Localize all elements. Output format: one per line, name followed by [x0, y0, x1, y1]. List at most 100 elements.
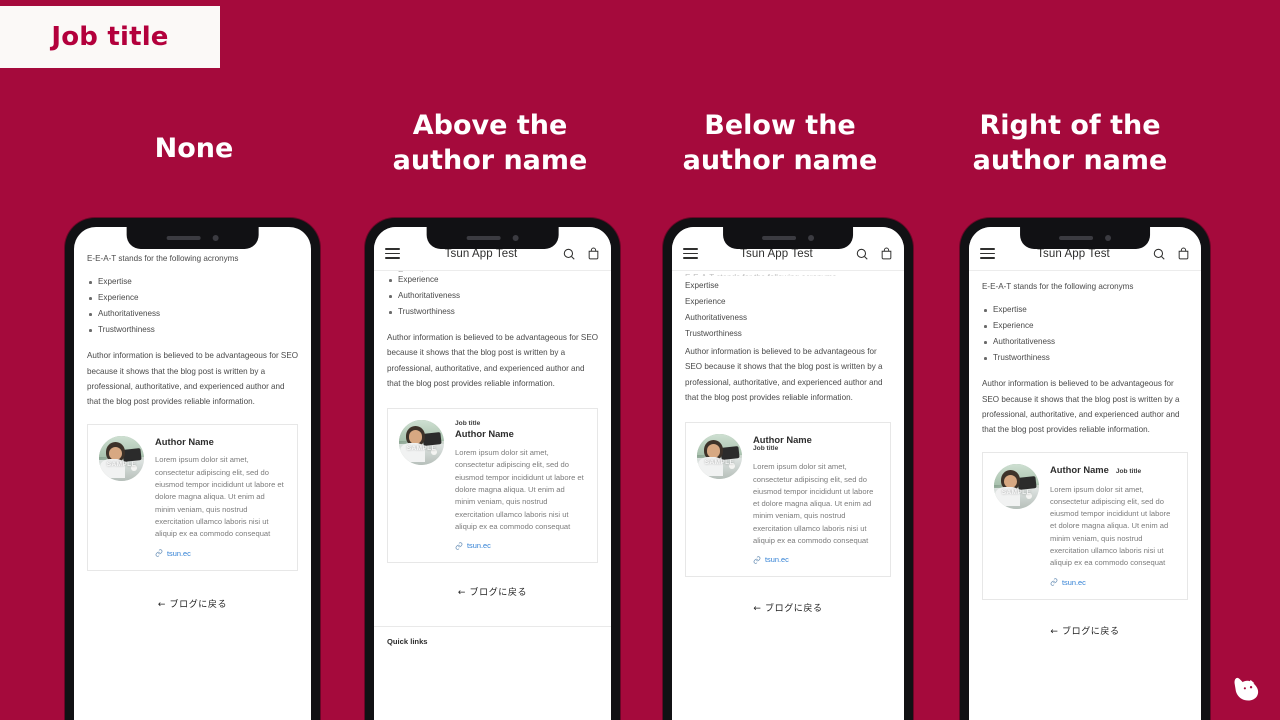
column-heading-none: None: [154, 133, 234, 164]
hamburger-icon[interactable]: [980, 248, 995, 259]
list-item: Experience: [984, 318, 1188, 334]
list-item: Authoritativeness: [984, 334, 1188, 350]
phone-mockup-below: Tsun App Test E-E-A-T stands for the fol…: [663, 218, 913, 720]
author-name: Author Name: [753, 433, 812, 445]
front-camera-icon: [808, 235, 814, 241]
article-content: E-E-A-T stands for the following acronym…: [672, 271, 904, 406]
list-item: Authoritativeness: [89, 306, 298, 322]
author-website-link[interactable]: tsun.ec: [455, 541, 585, 550]
acronym-list: Expertise Experience Authoritativeness T…: [87, 274, 298, 338]
link-chain-icon: [1050, 578, 1058, 586]
avatar: SAMPLE: [994, 463, 1039, 509]
phone-screen-none: E-E-A-T stands for the following acronym…: [74, 227, 311, 720]
article-lead: E-E-A-T stands for the following acronym…: [982, 282, 1134, 291]
dog-head-icon: [1234, 677, 1259, 701]
front-camera-icon: [212, 235, 219, 241]
author-details: Author Name Job title Lorem ipsum dolor …: [1050, 464, 1175, 587]
avatar-watermark: SAMPLE: [406, 444, 437, 452]
front-camera-icon: [512, 235, 519, 241]
header-actions: [855, 247, 893, 261]
author-link-text: tsun.ec: [1062, 577, 1086, 587]
list-item: Experience: [89, 290, 298, 306]
list-item: Experience: [389, 272, 598, 288]
article-lead: E-E-A-T stands for the following acronym…: [685, 272, 891, 276]
acronym-list: Expertise Experience Authoritativeness T…: [387, 267, 598, 320]
speaker-icon: [1059, 236, 1093, 240]
author-website-link[interactable]: tsun.ec: [753, 555, 878, 564]
author-website-link[interactable]: tsun.ec: [155, 549, 285, 558]
front-camera-icon: [1105, 235, 1111, 241]
author-link-text: tsun.ec: [167, 548, 191, 558]
article-paragraph: Author information is believed to be adv…: [87, 351, 299, 407]
author-name: Author Name: [1050, 463, 1109, 475]
article-content: E-E-A-T stands for the following acronym…: [74, 227, 311, 410]
author-details: Author Name Job title Lorem ipsum dolor …: [753, 434, 878, 565]
author-website-link[interactable]: tsun.ec: [1050, 578, 1175, 587]
slide-title-chip: Job title: [0, 6, 220, 68]
author-bio: Lorem ipsum dolor sit amet, consectetur …: [753, 462, 874, 545]
author-name: Author Name: [155, 435, 214, 447]
phone-screen-right: Tsun App Test E-E-A-T stands for the fol…: [969, 227, 1201, 720]
acronym-list: Expertise Experience Authoritativeness T…: [982, 302, 1188, 366]
author-bio: Lorem ipsum dolor sit amet, consectetur …: [455, 448, 584, 531]
phone-notch: [1020, 227, 1150, 249]
author-job-title: Job title: [1115, 467, 1142, 475]
author-job-title: Job title: [455, 419, 481, 427]
author-bio: Lorem ipsum dolor sit amet, consectetur …: [155, 455, 284, 539]
header-actions: [562, 247, 600, 261]
phone-screen-above: Tsun App Test Expertise Experience Autho…: [374, 227, 611, 720]
back-to-blog-link[interactable]: ← ブログに戻る: [969, 624, 1201, 637]
phone-mockup-none: E-E-A-T stands for the following acronym…: [65, 218, 320, 720]
list-item: Authoritativeness: [685, 313, 748, 323]
author-card: SAMPLE Author Name Job title Lorem ipsum…: [685, 421, 891, 578]
search-icon[interactable]: [855, 247, 869, 261]
phone-notch: [426, 227, 559, 249]
search-icon[interactable]: [1152, 247, 1166, 261]
article-paragraph: Author information is believed to be adv…: [982, 379, 1180, 435]
phone-mockup-right: Tsun App Test E-E-A-T stands for the fol…: [960, 218, 1210, 720]
author-link-text: tsun.ec: [467, 541, 491, 551]
author-card: SAMPLE Author Name Job title Lorem ipsum…: [982, 451, 1188, 600]
list-item: Trustworthiness: [685, 329, 742, 339]
acronym-list: Expertise Experience Authoritativeness T…: [685, 278, 891, 342]
quick-links-heading: Quick links: [387, 637, 428, 647]
search-icon[interactable]: [562, 247, 576, 261]
back-to-blog-link[interactable]: ← ブログに戻る: [672, 601, 904, 614]
list-item: Trustworthiness: [89, 322, 298, 338]
avatar-watermark: SAMPLE: [704, 458, 735, 466]
column-heading-below: Below the author name: [682, 110, 878, 176]
app-brand-title: Tsun App Test: [444, 247, 518, 260]
shopping-bag-icon[interactable]: [880, 247, 893, 261]
author-details: Job title Author Name Lorem ipsum dolor …: [455, 420, 585, 551]
hamburger-icon[interactable]: [385, 248, 400, 259]
list-item: Expertise: [685, 281, 719, 290]
list-item: Expertise: [89, 274, 298, 290]
author-card: SAMPLE Job title Author Name Lorem ipsum…: [387, 407, 598, 564]
avatar: SAMPLE: [697, 433, 742, 479]
speaker-icon: [166, 236, 201, 240]
author-job-title: Job title: [753, 445, 779, 453]
list-item: Experience: [685, 297, 726, 307]
phone-mockup-above: Tsun App Test Expertise Experience Autho…: [365, 218, 620, 720]
author-link-text: tsun.ec: [765, 555, 789, 565]
app-brand-title: Tsun App Test: [740, 247, 813, 260]
header-actions: [1152, 247, 1190, 261]
list-item: Trustworthiness: [984, 350, 1188, 366]
back-to-blog-link[interactable]: ← ブログに戻る: [374, 585, 611, 598]
article-lead: E-E-A-T stands for the following acronym…: [87, 254, 239, 263]
slide-title: Job title: [51, 22, 169, 52]
avatar-watermark: SAMPLE: [106, 460, 137, 468]
author-details: Author Name Lorem ipsum dolor sit amet, …: [155, 436, 285, 558]
phone-notch: [723, 227, 853, 249]
article-paragraph: Author information is believed to be adv…: [685, 347, 883, 403]
avatar: SAMPLE: [99, 435, 144, 481]
back-to-blog-link[interactable]: ← ブログに戻る: [74, 597, 311, 610]
link-chain-icon: [753, 556, 761, 564]
shopping-bag-icon[interactable]: [1177, 247, 1190, 261]
hamburger-icon[interactable]: [683, 248, 698, 259]
avatar-watermark: SAMPLE: [1001, 488, 1032, 496]
speaker-icon: [466, 236, 501, 240]
shopping-bag-icon[interactable]: [587, 247, 600, 261]
author-name-row: Author Name Job title: [1050, 464, 1175, 477]
phone-screen-below: Tsun App Test E-E-A-T stands for the fol…: [672, 227, 904, 720]
